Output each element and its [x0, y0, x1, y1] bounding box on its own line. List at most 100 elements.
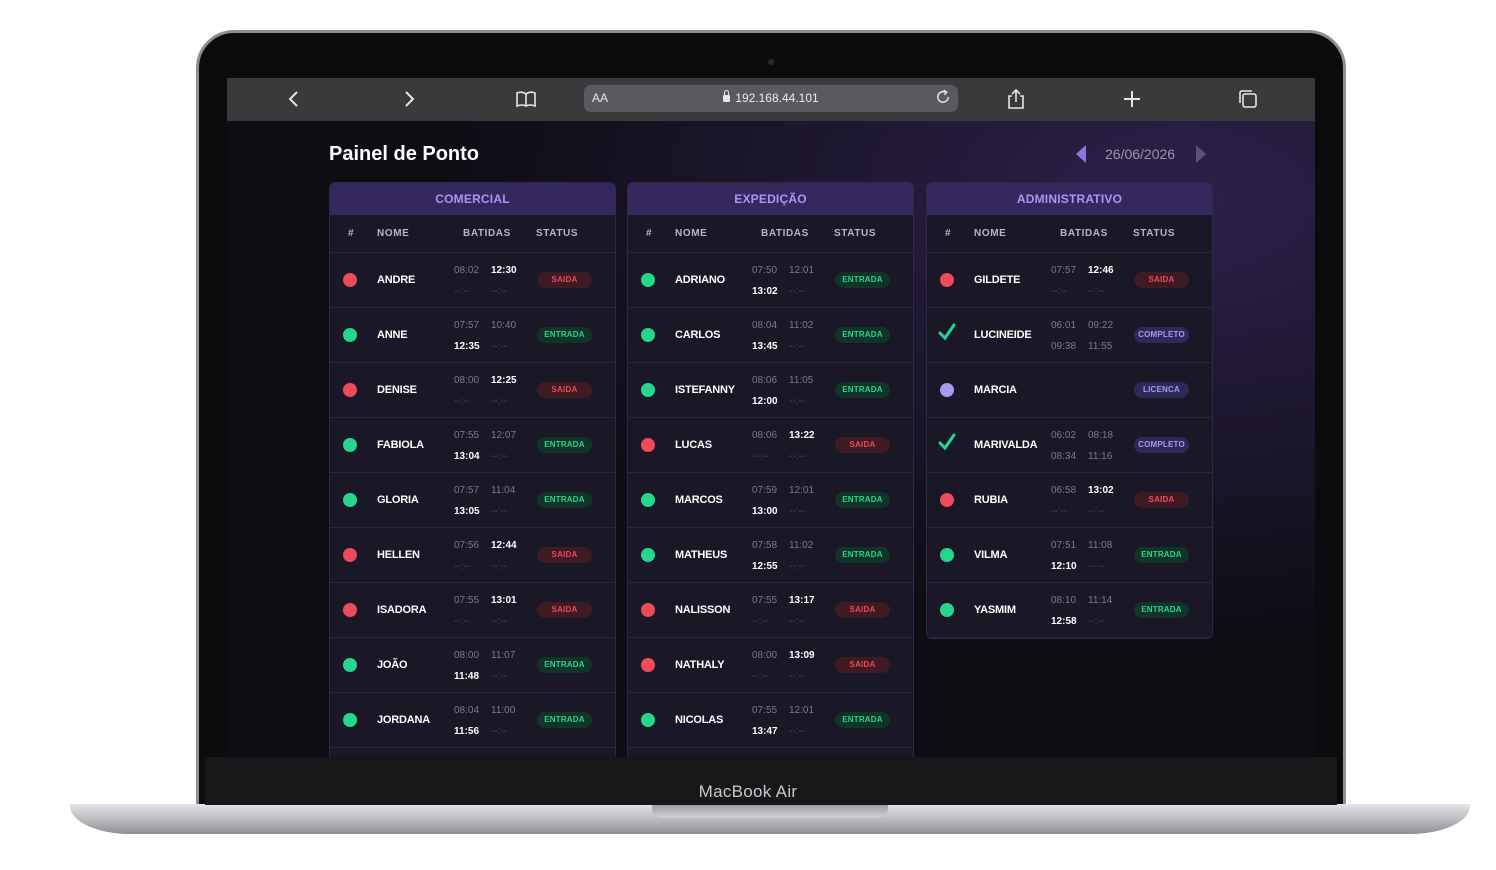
status-badge: ENTRADA	[835, 547, 890, 563]
employee-name: ISADORA	[377, 604, 427, 616]
table-row[interactable]: VILMA 07:51 11:08 12:10 --:-- ENTRADA	[927, 528, 1212, 583]
punch-time: 08:02	[454, 265, 480, 276]
url-bar[interactable]: AA 192.168.44.101	[584, 85, 958, 112]
table-row[interactable]: HELLEN 07:56 12:44 --:-- --:-- SAIDA	[330, 528, 615, 583]
punch-time: --:--	[789, 286, 806, 297]
table-row[interactable]: GLORIA 07:57 11:04 13:05 --:-- ENTRADA	[330, 473, 615, 528]
table-row[interactable]: NATHALY 08:00 13:09 --:-- --:-- SAIDA	[628, 638, 913, 693]
punch-time: 07:55	[752, 705, 778, 716]
table-row[interactable]: CARLOS 08:04 11:02 13:45 --:-- ENTRADA	[628, 308, 913, 363]
employee-name: MARCIA	[974, 384, 1017, 396]
punch-time: --:--	[491, 341, 508, 352]
punch-time: 12:58	[1051, 616, 1077, 627]
col-status: STATUS	[1133, 228, 1176, 239]
punch-time: 11:56	[454, 726, 480, 737]
punch-time: --:--	[491, 451, 508, 462]
punch-time: --:--	[1088, 286, 1105, 297]
status-badge: SAIDA	[1134, 492, 1189, 508]
table-row[interactable]: YASMIM 08:10 11:14 12:58 --:-- ENTRADA	[927, 583, 1212, 638]
punch-time: 12:07	[491, 430, 517, 441]
status-badge: SAIDA	[835, 437, 890, 453]
table-row[interactable]: LUCINEIDE 06:01 09:22 09:38 11:55 COMPLETO	[927, 308, 1212, 363]
punch-time: 08:00	[454, 650, 480, 661]
status-dot-green-icon	[343, 328, 357, 342]
table-row[interactable]: DENISE 08:00 12:25 --:-- --:-- SAIDA	[330, 363, 615, 418]
table-row[interactable]: LUCAS 08:06 13:22 --:-- --:-- SAIDA	[628, 418, 913, 473]
status-dot-green-icon	[343, 438, 357, 452]
status-dot-red-icon	[641, 603, 655, 617]
table-row[interactable]: MARIVALDA 06:02 08:18 08:34 11:16 COMPLETO	[927, 418, 1212, 473]
punch-time: --:--	[752, 671, 769, 682]
plus-icon[interactable]	[1120, 87, 1144, 111]
current-date: 26/06/2026	[1105, 146, 1176, 162]
table-row[interactable]: NALISSON 07:55 13:17 --:-- --:-- SAIDA	[628, 583, 913, 638]
punch-time: 12:00	[752, 396, 778, 407]
prev-date-icon[interactable]	[1076, 145, 1086, 163]
panel-expedicao: EXPEDIÇÃO # NOME BATIDAS STATUS ADRIANO 0…	[627, 182, 914, 757]
column-header: # NOME BATIDAS STATUS	[628, 215, 913, 253]
table-row[interactable]: MARCOS 07:59 12:01 13:00 --:-- ENTRADA	[628, 473, 913, 528]
chevron-right-icon[interactable]	[397, 87, 421, 111]
table-row[interactable]: NICOLAS 07:55 12:01 13:47 --:-- ENTRADA	[628, 693, 913, 748]
table-row[interactable]: ANDRE 08:02 12:30 --:-- --:-- SAIDA	[330, 253, 615, 308]
table-row[interactable]: MATHEUS 07:58 11:02 12:55 --:-- ENTRADA	[628, 528, 913, 583]
table-row[interactable]: FABIOLA 07:55 12:07 13:04 --:-- ENTRADA	[330, 418, 615, 473]
book-icon[interactable]	[514, 87, 538, 111]
table-row[interactable]: ISTEFANNY 08:06 11:05 12:00 --:-- ENTRADA	[628, 363, 913, 418]
panel-title: EXPEDIÇÃO	[628, 183, 913, 215]
col-num: #	[945, 228, 952, 239]
punch-time: --:--	[789, 726, 806, 737]
status-badge: SAIDA	[537, 602, 592, 618]
employee-name: ANDRE	[377, 274, 416, 286]
chevron-left-icon[interactable]	[282, 87, 306, 111]
share-icon[interactable]	[1004, 87, 1028, 111]
table-row[interactable]: ANNE 07:57 10:40 12:35 --:-- ENTRADA	[330, 308, 615, 363]
punch-time: 07:57	[454, 320, 480, 331]
status-dot-red-icon	[940, 273, 954, 287]
status-dot-green-icon	[641, 493, 655, 507]
punch-time: 08:10	[1051, 595, 1077, 606]
punch-time: --:--	[454, 616, 471, 627]
punch-time: 06:58	[1051, 485, 1077, 496]
punch-time: --:--	[752, 616, 769, 627]
punch-time: 11:48	[454, 671, 480, 682]
status-badge: SAIDA	[537, 272, 592, 288]
punch-time: 13:02	[1088, 485, 1114, 496]
punch-time: 13:01	[491, 595, 517, 606]
punch-time: 07:55	[454, 595, 480, 606]
status-badge: ENTRADA	[537, 657, 592, 673]
employee-name: ISTEFANNY	[675, 384, 735, 396]
col-num: #	[646, 228, 653, 239]
punch-time: 11:07	[491, 650, 516, 661]
punch-time: 12:01	[789, 705, 815, 716]
table-row[interactable]: RUBIA 06:58 13:02 --:-- --:-- SAIDA	[927, 473, 1212, 528]
punch-time: --:--	[454, 286, 471, 297]
employee-name: VILMA	[974, 549, 1008, 561]
next-date-icon[interactable]	[1196, 145, 1206, 163]
punch-time: --:--	[454, 561, 471, 572]
punch-time: --:--	[789, 451, 806, 462]
reload-icon[interactable]	[934, 88, 952, 111]
punch-time: 07:55	[454, 430, 480, 441]
punch-time: 12:55	[752, 561, 778, 572]
table-row[interactable]: JORDANA 08:04 11:00 11:56 --:-- ENTRADA	[330, 693, 615, 748]
table-row[interactable]: ADRIANO 07:50 12:01 13:02 --:-- ENTRADA	[628, 253, 913, 308]
table-row[interactable]: GILDETE 07:57 12:46 --:-- --:-- SAIDA	[927, 253, 1212, 308]
employee-name: YASMIM	[974, 604, 1016, 616]
table-row[interactable]: 08:0011:00	[330, 748, 615, 757]
punch-time: 13:22	[789, 430, 815, 441]
table-row[interactable]: MARCIA LICENCA	[927, 363, 1212, 418]
table-row[interactable]: 08:0812:55	[628, 748, 913, 757]
status-dot-red-icon	[940, 493, 954, 507]
url-text: 192.168.44.101	[735, 91, 819, 105]
punch-time: --:--	[752, 451, 769, 462]
status-dot-red-icon	[641, 438, 655, 452]
status-badge: ENTRADA	[835, 492, 890, 508]
status-badge: SAIDA	[835, 602, 890, 618]
status-dot-green-icon	[641, 273, 655, 287]
table-row[interactable]: ISADORA 07:55 13:01 --:-- --:-- SAIDA	[330, 583, 615, 638]
punch-time: --:--	[491, 616, 508, 627]
table-row[interactable]: JOÃO 08:00 11:07 11:48 --:-- ENTRADA	[330, 638, 615, 693]
punch-time: 11:14	[1088, 595, 1113, 606]
tabs-icon[interactable]	[1236, 87, 1260, 111]
